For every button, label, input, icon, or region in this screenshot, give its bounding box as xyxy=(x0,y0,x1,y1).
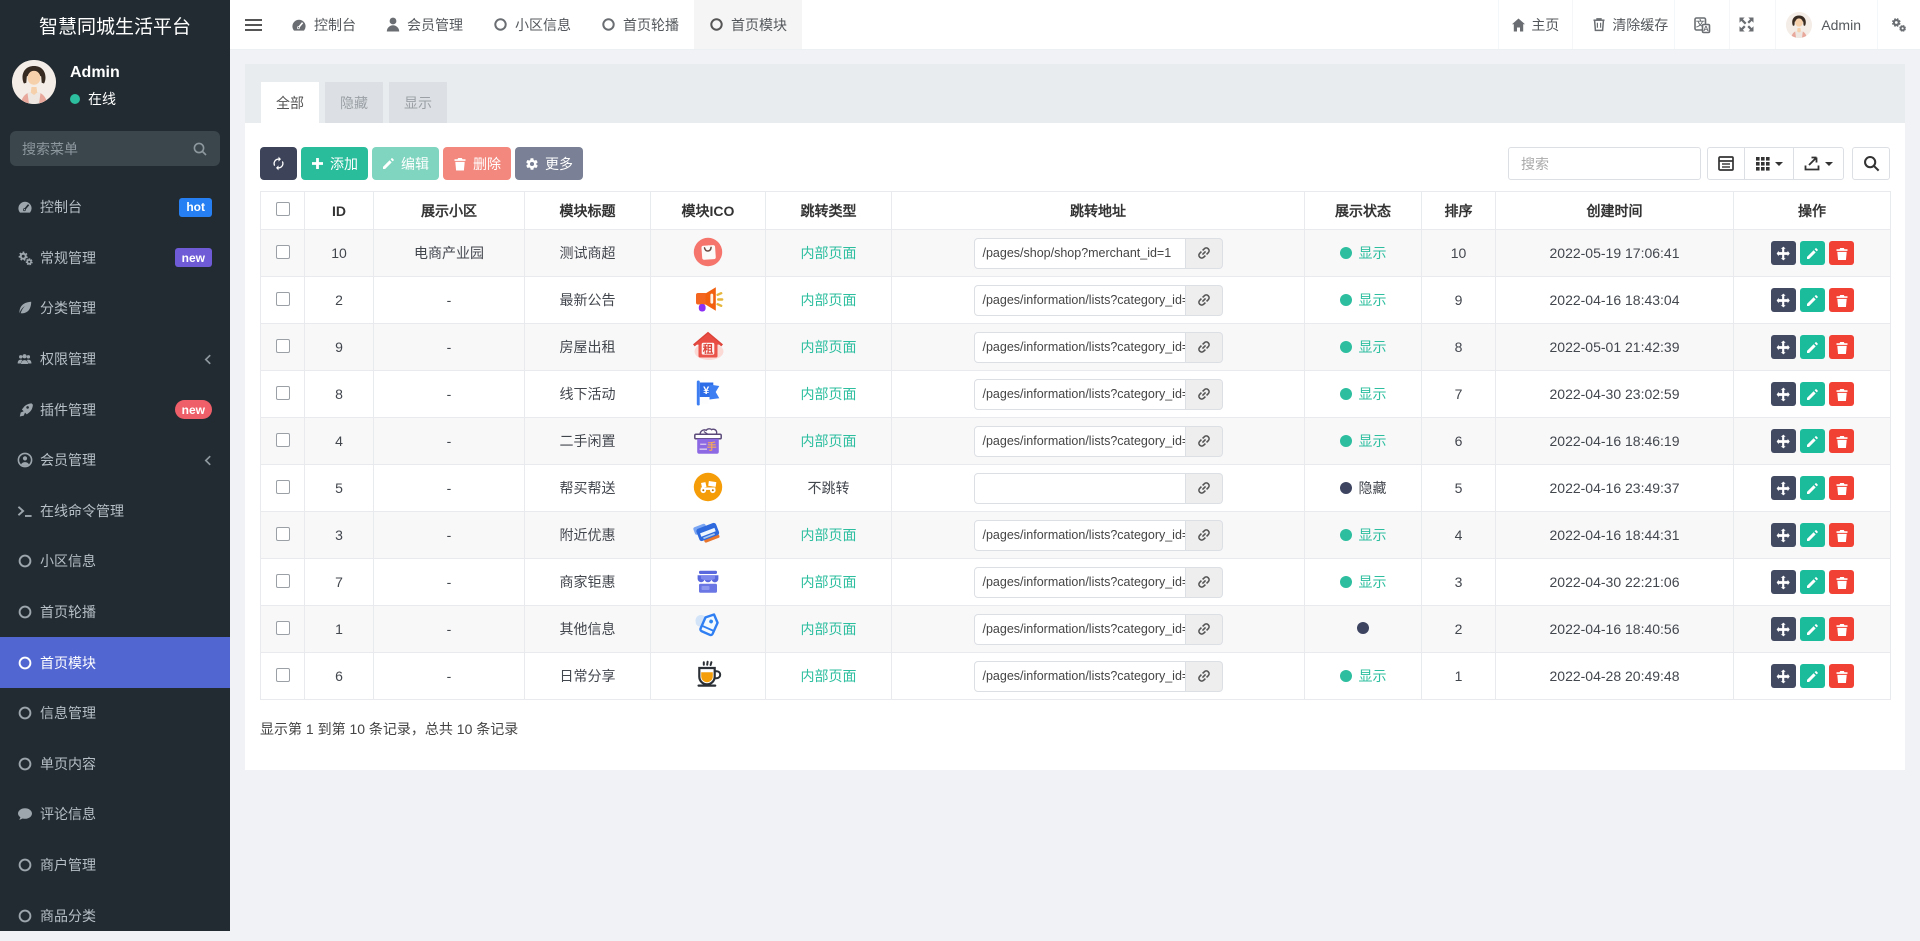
svg-text:二: 二 xyxy=(699,442,707,451)
svg-text:手: 手 xyxy=(707,440,717,452)
svg-text:租: 租 xyxy=(703,342,714,355)
svg-text:¥: ¥ xyxy=(703,385,710,397)
svg-text:A: A xyxy=(1704,23,1710,32)
